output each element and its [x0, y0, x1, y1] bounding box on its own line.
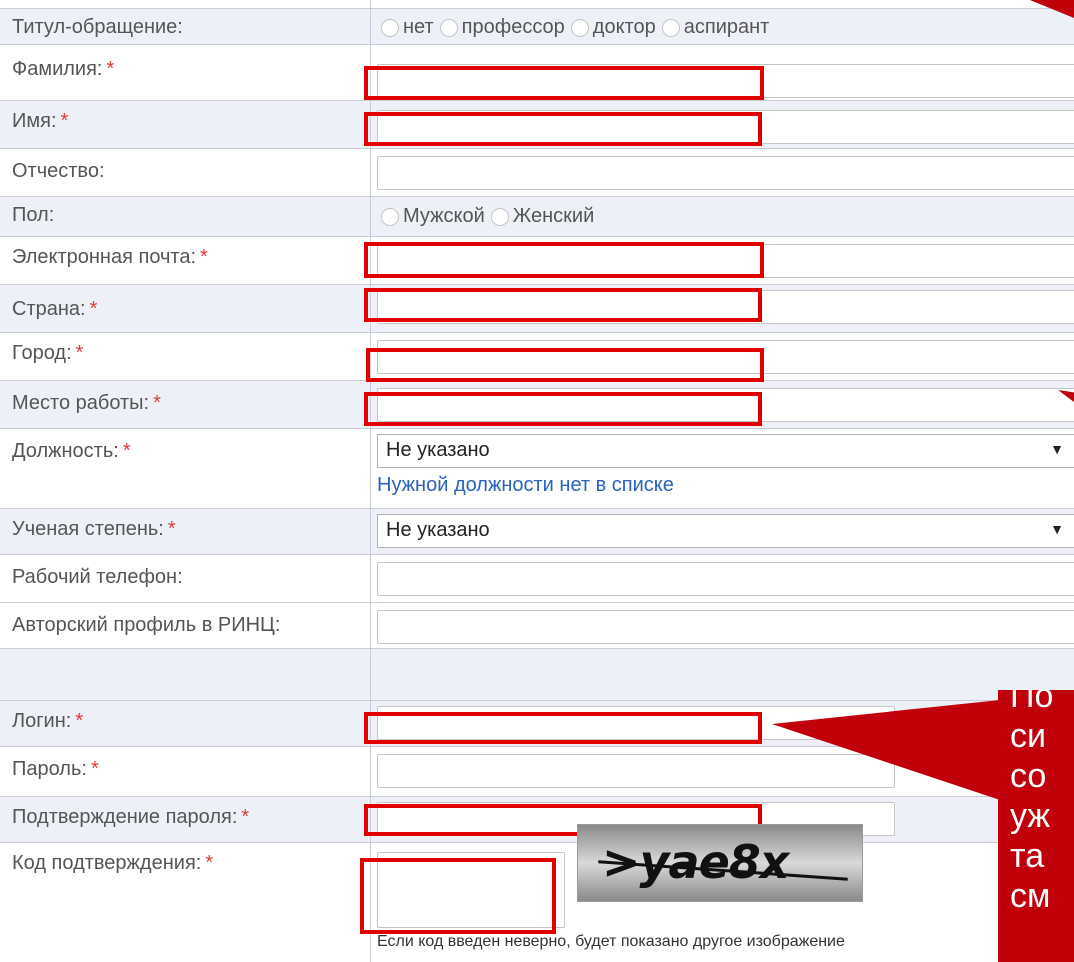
callout-pointer [772, 700, 1000, 800]
callout-pointer-shape [772, 700, 1000, 800]
grid-line [0, 332, 1074, 333]
gender-radio-group: Мужской Женский [381, 205, 600, 228]
required-mark: * [200, 246, 208, 268]
callout-line: По [1010, 690, 1054, 715]
highlight-box [364, 712, 762, 744]
highlight-box [364, 242, 764, 278]
grid-line [0, 602, 1074, 603]
degree-select[interactable]: Не указано ▼ [377, 514, 1074, 548]
callout-line: см [1010, 877, 1051, 915]
highlight-box [364, 112, 762, 146]
callout-line: си [1010, 717, 1046, 755]
grid-line [0, 236, 1074, 237]
country-label: Страна: * [12, 298, 98, 320]
lastname-label: Фамилия: * [12, 58, 115, 80]
required-mark: * [205, 852, 214, 874]
grid-line [0, 100, 1074, 101]
grid-line [0, 842, 1074, 843]
radio-icon[interactable] [381, 18, 399, 37]
position-select-value: Не указано [386, 439, 490, 461]
phone-label: Рабочий телефон: [12, 566, 183, 588]
position-label: Должность: * [12, 440, 131, 462]
gender-option-female[interactable]: Женский [490, 205, 594, 228]
highlight-box [364, 66, 764, 100]
firstname-label: Имя: * [12, 110, 69, 132]
grid-line [0, 508, 1074, 509]
grid-line [0, 8, 1074, 9]
gender-option-male[interactable]: Мужской [381, 205, 485, 228]
required-mark: * [153, 392, 161, 414]
rinc-input[interactable] [377, 610, 1074, 644]
title-option-doctor[interactable]: доктор [570, 16, 656, 39]
highlight-box [364, 392, 762, 426]
captcha-image: >yae8x [577, 824, 863, 902]
grid-line [0, 44, 1074, 45]
captcha-label: Код подтверждения: * [12, 852, 214, 874]
captcha-note: Если код введен неверно, будет показано … [377, 933, 845, 950]
required-mark: * [75, 710, 84, 732]
grid-line [0, 148, 1074, 149]
middlename-label: Отчество: [12, 160, 105, 182]
title-label: Титул-обращение: [12, 16, 183, 38]
radio-icon[interactable] [439, 18, 458, 37]
email-label: Электронная почта: * [12, 246, 208, 268]
position-missing-link[interactable]: Нужной должности нет в списке [377, 474, 674, 497]
grid-line [0, 284, 1074, 285]
grid-line [0, 554, 1074, 555]
required-mark: * [167, 518, 176, 540]
city-label: Город: * [12, 342, 84, 364]
callout-line: со [1010, 757, 1047, 795]
required-mark: * [89, 298, 98, 320]
required-mark: * [75, 342, 84, 364]
grid-line [0, 648, 1074, 649]
required-mark: * [106, 58, 115, 80]
gender-label: Пол: [12, 204, 55, 226]
middlename-input[interactable] [377, 156, 1074, 190]
highlight-box [366, 348, 764, 382]
dropdown-arrow-icon: ▼ [1050, 441, 1064, 457]
radio-icon[interactable] [490, 207, 509, 226]
grid-line [0, 428, 1074, 429]
login-label: Логин: * [12, 710, 84, 732]
radio-icon[interactable] [661, 18, 680, 37]
degree-select-value: Не указано [386, 519, 490, 541]
required-mark: * [122, 440, 131, 462]
required-mark: * [90, 758, 99, 780]
title-option-professor[interactable]: профессор [439, 16, 565, 39]
callout-line: та [1010, 837, 1045, 875]
callout-line: уж [1010, 797, 1051, 835]
highlight-box [360, 858, 556, 934]
dropdown-arrow-icon: ▼ [1050, 521, 1064, 537]
grid-line [0, 196, 1074, 197]
title-option-none[interactable]: нет [381, 16, 434, 39]
radio-icon[interactable] [570, 18, 589, 37]
required-mark: * [60, 110, 69, 132]
password-label: Пароль: * [12, 758, 99, 780]
position-select[interactable]: Не указано ▼ [377, 434, 1074, 468]
workplace-label: Место работы: * [12, 392, 161, 414]
radio-icon[interactable] [381, 207, 399, 226]
title-radio-group: нет профессор доктор аспирант [381, 16, 775, 39]
rinc-label: Авторский профиль в РИНЦ: [12, 614, 281, 636]
degree-label: Ученая степень: * [12, 518, 176, 540]
title-option-postgrad[interactable]: аспирант [661, 16, 769, 39]
callout-box: По си со уж та см [998, 690, 1074, 962]
phone-input[interactable] [377, 562, 1074, 596]
highlight-box [364, 288, 762, 322]
required-mark: * [241, 806, 250, 828]
password-confirm-label: Подтверждение пароля: * [12, 806, 250, 828]
